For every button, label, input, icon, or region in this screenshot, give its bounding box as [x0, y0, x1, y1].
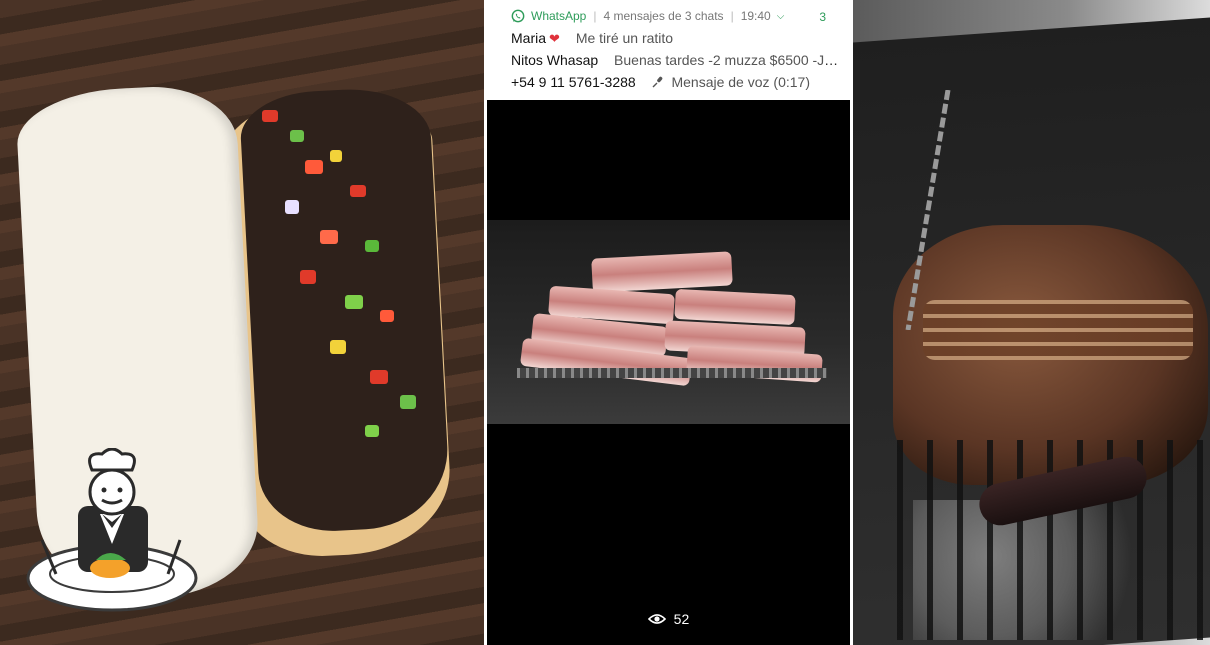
rib-strip — [674, 288, 796, 326]
message-text: Me tiré un ratito — [575, 30, 674, 46]
rib-bones — [923, 300, 1193, 360]
message-text: Mensaje de voz (0:17) — [671, 74, 810, 90]
eye-icon — [647, 614, 666, 624]
header-separator: | — [593, 9, 597, 23]
message-text: Buenas tardes -2 muzza $6500 -Jamo… — [614, 52, 841, 68]
message-item[interactable]: Nitos Whasap Buenas tardes -2 muzza $650… — [511, 52, 841, 68]
notification-header: WhatsApp | 4 mensajes de 3 chats | 19:40… — [511, 9, 784, 23]
restaurant-chef-icon — [26, 448, 198, 612]
view-count: 52 — [673, 611, 690, 627]
whatsapp-icon — [511, 9, 525, 23]
microphone-icon — [652, 76, 662, 88]
heart-icon: ❤ — [549, 31, 560, 46]
view-counter: 52 — [487, 611, 850, 627]
phone-screenshot: WhatsApp | 4 mensajes de 3 chats | 19:40… — [487, 0, 850, 645]
message-item[interactable]: Maria ❤ Me tiré un ratito — [511, 30, 841, 47]
header-separator-2: | — [730, 9, 734, 23]
photo-ribs-raw — [487, 220, 850, 424]
grill-bars — [873, 440, 1203, 640]
app-name: WhatsApp — [531, 9, 587, 23]
notification-summary: 4 mensajes de 3 chats — [603, 9, 724, 23]
rib-strip — [591, 251, 733, 293]
whatsapp-notification[interactable]: WhatsApp | 4 mensajes de 3 chats | 19:40… — [487, 0, 850, 100]
chevron-down-icon[interactable]: ⌵ — [777, 11, 785, 22]
photo-sandwich — [0, 0, 484, 645]
grill-rack — [517, 368, 827, 378]
steak — [238, 85, 452, 535]
message-item[interactable]: +54 9 11 5761-3288 Mensaje de voz (0:17) — [511, 74, 841, 90]
notification-count: 3 — [819, 10, 826, 24]
message-sender: Nitos Whasap — [511, 52, 599, 68]
chain — [905, 90, 951, 330]
photo-grill — [853, 0, 1210, 645]
message-sender: Maria ❤ — [511, 30, 560, 46]
notification-time: 19:40 — [740, 9, 771, 23]
message-sender: +54 9 11 5761-3288 — [511, 74, 636, 90]
